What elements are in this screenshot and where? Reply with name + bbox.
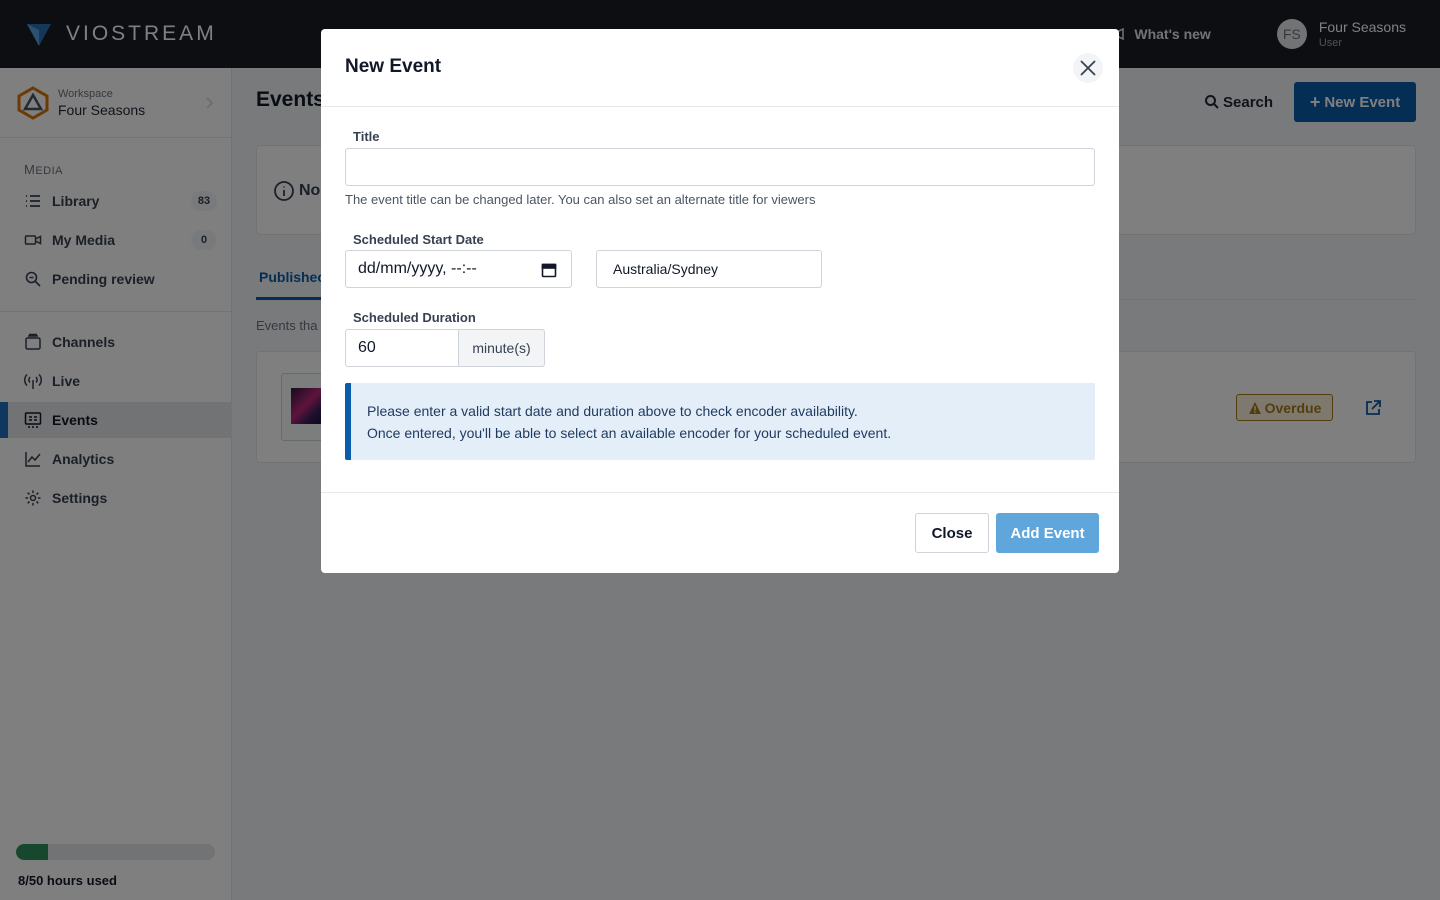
calendar-icon[interactable]	[541, 262, 557, 278]
modal-close-button[interactable]	[1073, 53, 1103, 83]
start-date-label: Scheduled Start Date	[353, 232, 484, 247]
modal-title: New Event	[345, 56, 442, 77]
title-help-text: The event title can be changed later. Yo…	[345, 192, 816, 207]
start-date-input[interactable]: dd/mm/yyyy, --:--	[345, 250, 572, 288]
title-input[interactable]	[345, 148, 1095, 186]
close-button[interactable]: Close	[915, 513, 989, 553]
duration-input[interactable]: 60	[345, 329, 459, 367]
timezone-select[interactable]: Australia/Sydney	[596, 250, 822, 288]
alert-line-1: Please enter a valid start date and dura…	[367, 403, 858, 419]
new-event-modal: New Event Title The event title can be c…	[321, 29, 1119, 573]
modal-header: New Event	[321, 29, 1119, 107]
duration-label: Scheduled Duration	[353, 310, 476, 325]
modal-footer-divider	[321, 492, 1119, 493]
title-label: Title	[353, 129, 380, 144]
add-event-button[interactable]: Add Event	[996, 513, 1099, 553]
start-date-placeholder: dd/mm/yyyy, --:--	[358, 260, 477, 277]
duration-unit: minute(s)	[458, 329, 545, 367]
close-icon	[1080, 60, 1096, 76]
encoder-info-alert: Please enter a valid start date and dura…	[345, 383, 1095, 460]
alert-line-2: Once entered, you'll be able to select a…	[367, 425, 892, 441]
